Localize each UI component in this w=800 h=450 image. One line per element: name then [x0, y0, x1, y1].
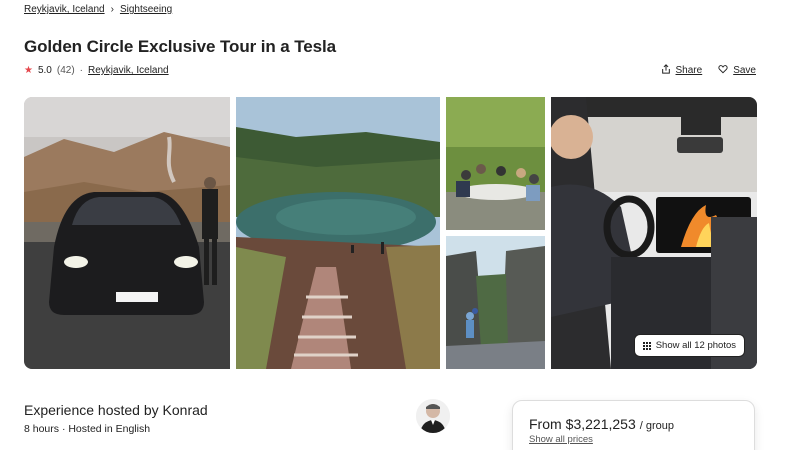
- save-button[interactable]: Save: [718, 64, 756, 77]
- star-icon: ★: [24, 64, 33, 76]
- listing-meta: ★ 5.0 (42) · Reykjavik, Iceland: [24, 65, 169, 76]
- listing-actions: Share Save: [661, 64, 756, 77]
- show-all-photos-label: Show all 12 photos: [655, 340, 736, 351]
- price-from-label: From: [529, 416, 562, 432]
- show-all-prices-link[interactable]: Show all prices: [529, 434, 738, 445]
- photo-group-dining[interactable]: [446, 97, 545, 230]
- photo-canyon-hike[interactable]: [446, 236, 545, 369]
- rating-value: 5.0: [37, 65, 52, 76]
- host-heading: Experience hosted by Konrad: [24, 402, 208, 418]
- share-label: Share: [675, 65, 703, 76]
- breadcrumb: Reykjavik, Iceland › Sightseeing: [24, 4, 172, 15]
- show-all-photos-button[interactable]: Show all 12 photos: [633, 334, 745, 357]
- breadcrumb-category-link[interactable]: Sightseeing: [120, 4, 172, 15]
- breadcrumb-location-link[interactable]: Reykjavik, Iceland: [24, 4, 105, 15]
- photo-gallery: Show all 12 photos: [24, 97, 757, 369]
- heart-icon: [718, 64, 728, 77]
- review-count[interactable]: (42): [57, 65, 75, 76]
- price-unit: / group: [639, 420, 674, 432]
- share-icon: [661, 64, 671, 77]
- meta-separator: ·: [79, 65, 84, 76]
- price-line: From $3,221,253 / group: [529, 416, 738, 432]
- host-details: 8 hours · Hosted in English: [24, 423, 151, 435]
- price-card: From $3,221,253 / group Show all prices: [512, 400, 755, 450]
- location-link[interactable]: Reykjavik, Iceland: [88, 65, 169, 76]
- breadcrumb-separator: ›: [110, 4, 114, 15]
- photo-tesla-interior[interactable]: Show all 12 photos: [551, 97, 757, 369]
- photo-tesla-exterior[interactable]: [24, 97, 230, 369]
- share-button[interactable]: Share: [661, 64, 703, 77]
- page-title: Golden Circle Exclusive Tour in a Tesla: [24, 37, 336, 56]
- price-amount: $3,221,253: [565, 416, 636, 432]
- grid-icon: [642, 341, 651, 350]
- save-label: Save: [733, 65, 756, 76]
- photo-crater-lake[interactable]: [236, 97, 440, 369]
- host-avatar[interactable]: [416, 399, 450, 433]
